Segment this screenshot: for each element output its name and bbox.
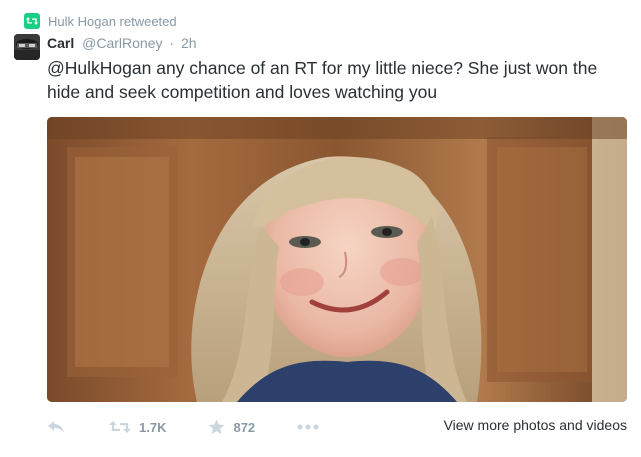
author-handle[interactable]: @CarlRoney <box>82 35 162 51</box>
favorite-count: 872 <box>233 419 256 435</box>
retweet-notice[interactable]: Hulk Hogan retweeted <box>24 12 177 30</box>
view-more-media-link[interactable]: View more photos and videos <box>444 417 627 433</box>
retweet-icon <box>24 13 40 29</box>
tweet-card: Hulk Hogan retweeted Carl @CarlRoney · 2… <box>0 0 641 457</box>
star-icon <box>208 419 225 435</box>
retweet-icon <box>109 420 131 434</box>
more-button[interactable] <box>297 424 319 430</box>
more-dots-icon <box>297 424 319 430</box>
tweet-photo[interactable] <box>47 117 627 402</box>
tweet-header: Carl @CarlRoney · 2h <box>47 34 197 52</box>
author-name[interactable]: Carl <box>47 35 74 51</box>
retweet-notice-text: Hulk Hogan retweeted <box>48 13 177 29</box>
reply-icon <box>47 420 65 434</box>
retweet-button[interactable]: 1.7K <box>109 420 166 435</box>
avatar[interactable] <box>14 34 40 60</box>
header-separator: · <box>169 35 175 51</box>
mention-link[interactable]: @HulkHogan <box>47 58 151 78</box>
tweet-actions: 1.7K 872 View more photos and videos <box>47 416 627 438</box>
reply-button[interactable] <box>47 420 65 434</box>
favorite-button[interactable]: 872 <box>208 419 255 435</box>
tweet-text: @HulkHogan any chance of an RT for my li… <box>47 56 627 104</box>
photo-image <box>47 117 627 402</box>
tweet-timestamp[interactable]: 2h <box>181 35 197 51</box>
retweet-count: 1.7K <box>139 419 167 435</box>
